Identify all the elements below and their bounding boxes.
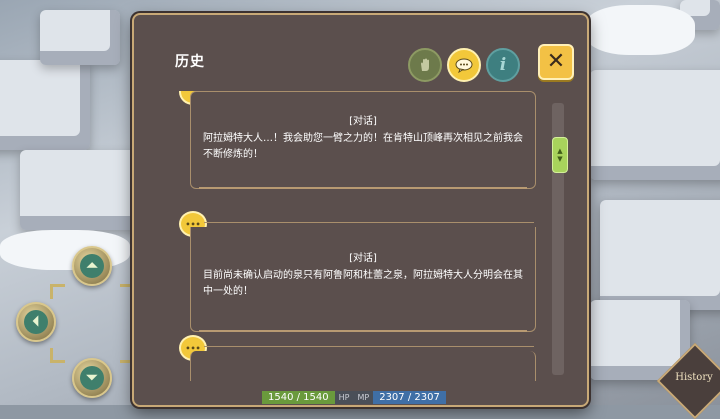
snow-block	[40, 10, 120, 65]
scroll-up-arrow-icon: ▲	[557, 147, 563, 155]
chevron-left-icon: ⏴	[24, 310, 48, 334]
history-panel: 历史 i ✕ [对话] 阿拉姆特大人…！我会助您一臂之力的！在肯特山顶峰再次相见…	[132, 13, 589, 407]
snow-block	[0, 60, 90, 150]
move-up-button[interactable]: ⏶	[72, 246, 112, 286]
move-left-button[interactable]: ⏴	[16, 302, 56, 342]
entry-text: 阿拉姆特大人…！我会助您一臂之力的！在肯特山顶峰再次相见之前我会不断修炼的！	[203, 133, 523, 160]
entry-text: 目前尚未确认启动的泉只有阿鲁阿和杜蕾之泉，阿拉姆特大人分明会在其中一处的！	[203, 270, 523, 297]
chevron-up-icon: ⏶	[80, 254, 104, 278]
scroll-down-arrow-icon: ▼	[557, 155, 563, 163]
hp-label: HP	[334, 391, 354, 404]
panel-title: 历史	[175, 54, 205, 70]
history-list[interactable]: [对话] 阿拉姆特大人…！我会助您一臂之力的！在肯特山顶峰再次相见之前我会不断修…	[178, 91, 548, 381]
mp-value: 2307 / 2307	[373, 391, 446, 404]
dpad-corner-decoration	[50, 348, 65, 363]
snow-drift	[585, 5, 695, 55]
history-entry: [对话] 阿拉姆特大人…！我会助您一臂之力的！在肯特山顶峰再次相见之前我会不断修…	[190, 91, 536, 189]
close-button[interactable]: ✕	[538, 44, 574, 80]
close-icon: ✕	[546, 49, 566, 74]
entry-type-tag: [对话]	[349, 253, 377, 264]
history-entry: [对话] 目前尚未确认启动的泉只有阿鲁阿和杜蕾之泉，阿拉姆特大人分明会在其中一处…	[190, 227, 536, 332]
snow-block	[600, 200, 720, 310]
snow-block	[590, 70, 720, 180]
entry-separator	[204, 222, 534, 223]
info-filter-button[interactable]: i	[486, 48, 520, 82]
hand-icon	[421, 58, 429, 71]
dialogue-filter-button[interactable]	[447, 48, 481, 82]
entry-type-tag: [对话]	[349, 116, 377, 127]
chevron-down-icon: ⏷	[80, 366, 104, 390]
snow-block	[20, 150, 150, 230]
history-entry-partial	[190, 351, 536, 381]
entry-separator	[204, 346, 534, 347]
speech-bubble-icon	[455, 58, 473, 73]
move-down-button[interactable]: ⏷	[72, 358, 112, 398]
hand-filter-button[interactable]	[408, 48, 442, 82]
mp-label: MP	[353, 391, 374, 404]
entry-divider-ornament	[199, 187, 527, 189]
info-icon: i	[499, 55, 507, 75]
entry-divider-ornament	[199, 330, 527, 332]
history-button-label[interactable]: History	[666, 372, 720, 383]
stat-bar: 1540 / 1540 HP MP 2307 / 2307	[262, 390, 446, 405]
dpad-corner-decoration	[50, 284, 65, 299]
hp-value: 1540 / 1540	[262, 391, 335, 404]
scrollbar-thumb[interactable]: ▲ ▼	[552, 137, 568, 173]
